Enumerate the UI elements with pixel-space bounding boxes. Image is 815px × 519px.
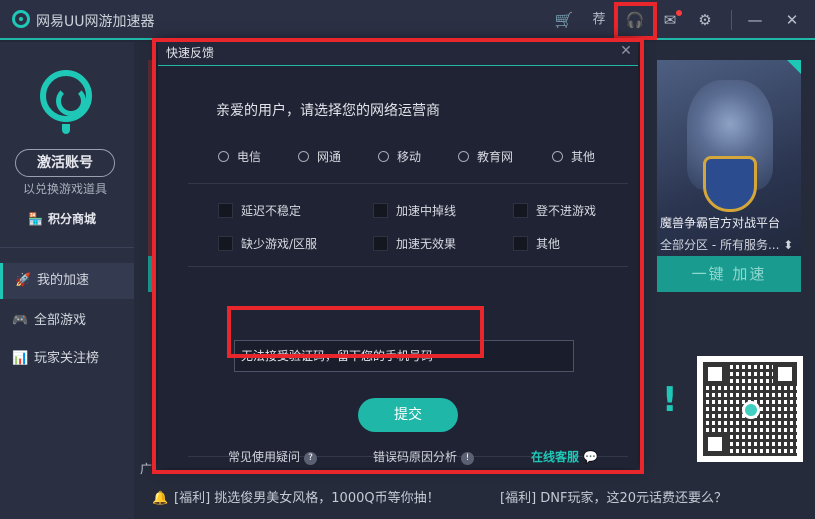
points-mall-link[interactable]: 🏪 积分商城 <box>28 210 96 227</box>
ticker-message[interactable]: [福利] 挑选俊男美女风格，1000Q币等你抽！ <box>174 484 440 514</box>
sidebar-item-label: 玩家关注榜 <box>34 351 100 366</box>
recommend-icon[interactable]: 荐 <box>589 10 609 30</box>
notification-dot <box>676 10 682 16</box>
sidebar-divider <box>0 247 134 248</box>
cart-icon[interactable]: 🛒 <box>554 10 574 30</box>
dialog-highlight-box <box>152 38 644 474</box>
headset-highlight-box <box>614 2 657 40</box>
news-ticker: 🔔 [福利] 挑选俊男美女风格，1000Q币等你抽！ [福利] DNF玩家，这2… <box>134 484 815 514</box>
bell-icon: 🔔 <box>152 491 169 506</box>
input-highlight-box <box>227 306 484 358</box>
ticker-message[interactable]: [福利] DNF玩家，这20元话费还要么？ <box>500 484 727 514</box>
ranking-icon: 📊 <box>12 351 29 366</box>
chevron-updown-icon: ⬍ <box>783 238 794 252</box>
rocket-icon: 🚀 <box>15 273 32 288</box>
sidebar: 激活账号 以兑换游戏道具 🏪 积分商城 🚀 我的加速 🎮 全部游戏 📊 玩家关注榜 <box>0 42 134 519</box>
title-bar: 网易UU网游加速器 🛒 荐 🎧 ✉ ⚙ — ✕ <box>0 0 815 40</box>
activate-account-button[interactable]: 激活账号 <box>15 149 115 177</box>
sidebar-item-all-games[interactable]: 🎮 全部游戏 <box>0 303 134 339</box>
activate-account-subtitle: 以兑换游戏道具 <box>22 182 107 196</box>
sidebar-item-my-accelerations[interactable]: 🚀 我的加速 <box>0 263 134 299</box>
banner-game-title: 魔兽争霸官方对战平台 <box>660 216 781 230</box>
titlebar-divider <box>731 10 732 30</box>
app-title: 网易UU网游加速器 <box>36 14 155 30</box>
shield-emblem <box>703 156 757 212</box>
sidebar-item-player-ranking[interactable]: 📊 玩家关注榜 <box>0 341 134 377</box>
background-text-fragment: 广 <box>140 462 153 476</box>
qr-code <box>697 356 803 462</box>
gamepad-icon: 🎮 <box>12 313 29 328</box>
qr-logo-icon <box>742 401 760 419</box>
minimize-icon[interactable]: — <box>745 10 765 30</box>
store-icon: 🏪 <box>28 212 43 226</box>
sidebar-item-label: 我的加速 <box>37 273 90 288</box>
points-mall-label: 积分商城 <box>48 212 97 226</box>
gear-icon[interactable]: ⚙ <box>695 10 715 30</box>
close-icon[interactable]: ✕ <box>782 10 802 30</box>
banner-server-select[interactable]: 全部分区 - 所有服务... ⬍ <box>660 236 793 253</box>
uu-logo-icon <box>40 70 92 134</box>
banner-corner-tag <box>787 60 801 74</box>
one-key-accelerate-button[interactable]: 一键 加速 <box>657 256 801 292</box>
sidebar-item-label: 全部游戏 <box>34 313 87 328</box>
app-logo-icon <box>12 10 30 28</box>
banner-server-text: 全部分区 - 所有服务... <box>660 238 780 252</box>
exclamation-icon: ! <box>662 380 678 420</box>
